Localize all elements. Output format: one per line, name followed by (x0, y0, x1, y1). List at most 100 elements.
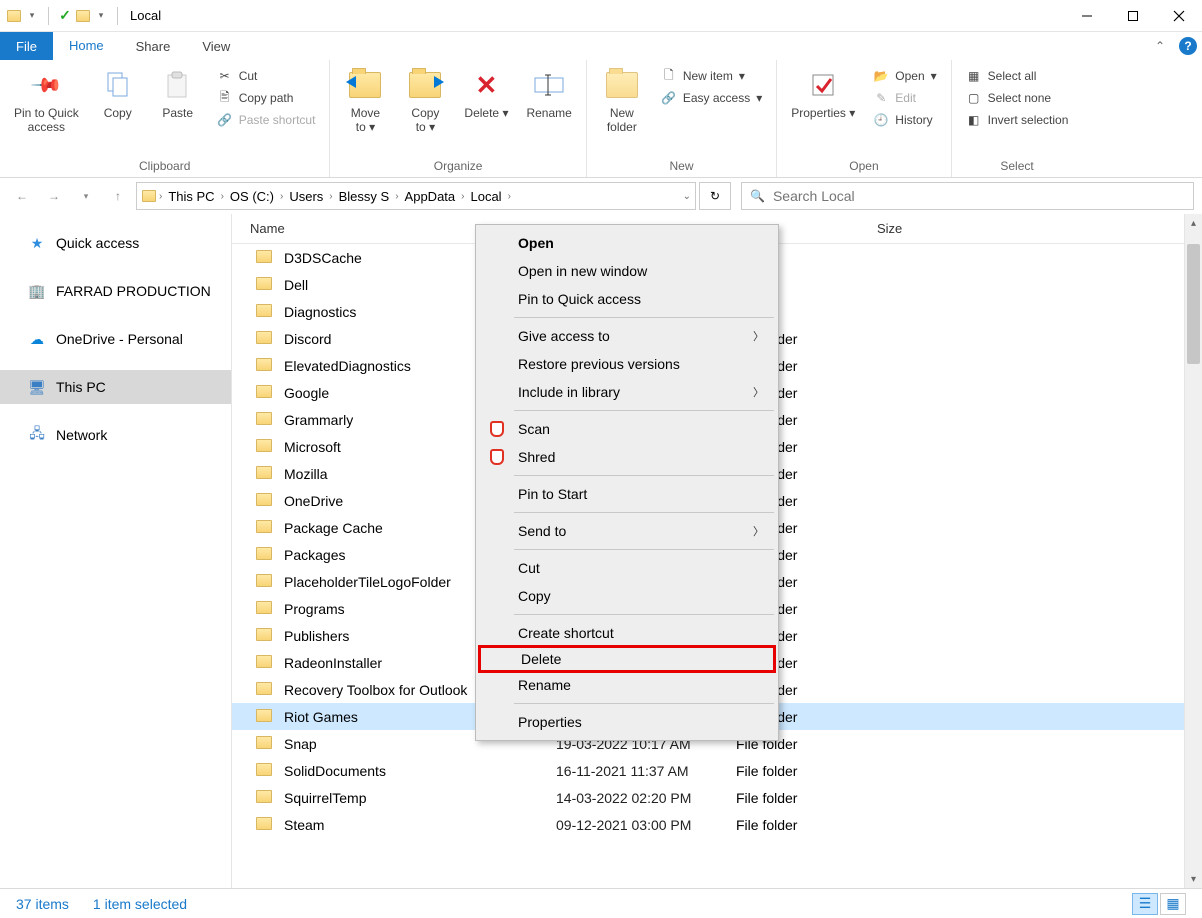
navigation-pane: ★Quick access 🏢FARRAD PRODUCTION ☁OneDri… (0, 214, 232, 888)
file-type: File folder (736, 790, 876, 806)
folder-icon (256, 601, 274, 617)
qat-customize-icon[interactable]: ▾ (93, 8, 109, 24)
search-box[interactable]: 🔍 (741, 182, 1194, 210)
scroll-down-icon[interactable]: ▾ (1185, 870, 1202, 888)
chevron-right-icon: 〉 (753, 523, 764, 539)
group-label-organize: Organize (338, 157, 577, 175)
crumb-appdata[interactable]: AppData (401, 189, 460, 204)
ribbon-group-open: Properties ▾ 📂Open ▾ ✎Edit 🕘History Open (777, 60, 951, 177)
qat-newfolder-icon[interactable] (75, 8, 91, 24)
ribbon-group-new: New folder 🗋New item ▾ 🔗Easy access ▾ Ne… (587, 60, 777, 177)
folder-icon (256, 682, 274, 698)
nav-recent-button[interactable]: ▾ (72, 182, 100, 210)
open-button[interactable]: 📂Open ▾ (867, 66, 942, 86)
ctx-restore-previous[interactable]: Restore previous versions (478, 350, 776, 378)
ctx-delete[interactable]: Delete (478, 645, 776, 673)
folder-icon (256, 493, 274, 509)
scroll-up-icon[interactable]: ▴ (1185, 214, 1202, 232)
ctx-pin-start[interactable]: Pin to Start (478, 480, 776, 508)
close-button[interactable] (1156, 0, 1202, 32)
copy-path-button[interactable]: 🖹Copy path (211, 88, 322, 108)
vertical-scrollbar[interactable]: ▴ ▾ (1184, 214, 1202, 888)
rename-button[interactable]: Rename (520, 64, 577, 124)
cut-button[interactable]: ✂Cut (211, 66, 322, 86)
qat-properties-icon[interactable]: ✓ (57, 8, 73, 24)
nav-back-button[interactable]: ← (8, 182, 36, 210)
sidebar-this-pc[interactable]: 🖥This PC (0, 370, 231, 404)
paste-shortcut-button[interactable]: 🔗Paste shortcut (211, 110, 322, 130)
sidebar-quick-access[interactable]: ★Quick access (0, 226, 231, 260)
tab-file[interactable]: File (0, 32, 53, 60)
chevron-right-icon: 〉 (753, 384, 764, 400)
tab-share[interactable]: Share (120, 32, 187, 60)
ctx-create-shortcut[interactable]: Create shortcut (478, 619, 776, 647)
refresh-button[interactable]: ↻ (699, 182, 731, 210)
delete-x-icon: ✕ (469, 68, 503, 102)
ctx-send-to[interactable]: Send to〉 (478, 517, 776, 545)
table-row[interactable]: SquirrelTemp14-03-2022 02:20 PMFile fold… (232, 784, 1202, 811)
address-bar[interactable]: › This PC› OS (C:)› Users› Blessy S› App… (136, 182, 696, 210)
status-bar: 37 items 1 item selected ☰ ▦ (0, 888, 1202, 918)
nav-up-button[interactable]: ↑ (104, 182, 132, 210)
ctx-open-new-window[interactable]: Open in new window (478, 257, 776, 285)
copy-to-button[interactable]: Copy to ▾ (398, 64, 452, 139)
col-header-size[interactable]: Size (877, 221, 977, 236)
folder-icon (256, 817, 274, 833)
copy-button[interactable]: Copy (91, 64, 145, 124)
qat-dropdown-icon[interactable]: ▾ (24, 8, 40, 24)
new-folder-button[interactable]: New folder (595, 64, 649, 139)
group-label-clipboard: Clipboard (8, 157, 321, 175)
pin-quick-access-button[interactable]: 📌 Pin to Quick access (8, 64, 85, 139)
nav-forward-button[interactable]: → (40, 182, 68, 210)
invert-selection-icon: ◧ (966, 112, 982, 128)
ctx-open[interactable]: Open (478, 229, 776, 257)
tab-home[interactable]: Home (53, 32, 120, 60)
ctx-shred[interactable]: Shred (478, 443, 776, 471)
network-icon: 🖧 (28, 426, 46, 444)
move-to-button[interactable]: Move to ▾ (338, 64, 392, 139)
ctx-copy[interactable]: Copy (478, 582, 776, 610)
properties-button[interactable]: Properties ▾ (785, 64, 861, 124)
folder-icon (256, 385, 274, 401)
ctx-pin-quick-access[interactable]: Pin to Quick access (478, 285, 776, 313)
search-input[interactable] (773, 188, 1185, 204)
crumb-users[interactable]: Users (285, 189, 327, 204)
view-large-icons-button[interactable]: ▦ (1160, 893, 1186, 915)
paste-icon (161, 68, 195, 102)
edit-button[interactable]: ✎Edit (867, 88, 942, 108)
crumb-this-pc[interactable]: This PC (164, 189, 218, 204)
pc-icon: 🖥 (28, 378, 46, 396)
ctx-give-access-to[interactable]: Give access to〉 (478, 322, 776, 350)
select-none-button[interactable]: ▢Select none (960, 88, 1075, 108)
history-button[interactable]: 🕘History (867, 110, 942, 130)
invert-selection-button[interactable]: ◧Invert selection (960, 110, 1075, 130)
table-row[interactable]: Steam09-12-2021 03:00 PMFile folder (232, 811, 1202, 838)
sidebar-farrad[interactable]: 🏢FARRAD PRODUCTION (0, 274, 231, 308)
ctx-rename[interactable]: Rename (478, 671, 776, 699)
new-item-button[interactable]: 🗋New item ▾ (655, 66, 768, 86)
select-all-button[interactable]: ▦Select all (960, 66, 1075, 86)
delete-button[interactable]: ✕ Delete ▾ (458, 64, 514, 124)
scroll-thumb[interactable] (1187, 244, 1200, 364)
ribbon-collapse-icon[interactable]: ⌃ (1146, 32, 1174, 60)
table-row[interactable]: SolidDocuments16-11-2021 11:37 AMFile fo… (232, 757, 1202, 784)
minimize-button[interactable] (1064, 0, 1110, 32)
help-icon[interactable]: ? (1174, 32, 1202, 60)
crumb-local[interactable]: Local (466, 189, 505, 204)
crumb-os-c[interactable]: OS (C:) (226, 189, 278, 204)
ctx-properties[interactable]: Properties (478, 708, 776, 736)
ctx-cut[interactable]: Cut (478, 554, 776, 582)
file-name: SolidDocuments (284, 763, 556, 779)
paste-button[interactable]: Paste (151, 64, 205, 124)
folder-icon (256, 304, 274, 320)
maximize-button[interactable] (1110, 0, 1156, 32)
crumb-user[interactable]: Blessy S (335, 189, 394, 204)
tab-view[interactable]: View (186, 32, 246, 60)
ctx-scan[interactable]: Scan (478, 415, 776, 443)
easy-access-button[interactable]: 🔗Easy access ▾ (655, 88, 768, 108)
sidebar-network[interactable]: 🖧Network (0, 418, 231, 452)
view-details-button[interactable]: ☰ (1132, 893, 1158, 915)
sidebar-onedrive[interactable]: ☁OneDrive - Personal (0, 322, 231, 356)
ctx-include-library[interactable]: Include in library〉 (478, 378, 776, 406)
address-dropdown-icon[interactable]: ⌄ (683, 191, 691, 202)
